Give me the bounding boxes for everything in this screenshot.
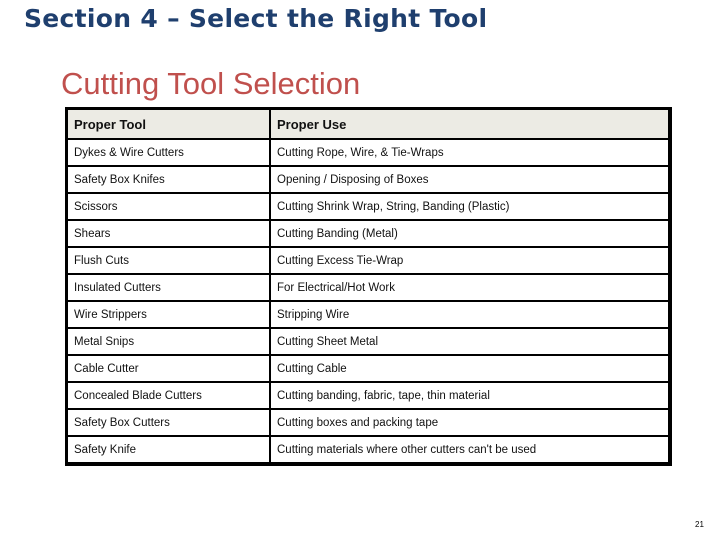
tool-name-cell: Flush Cuts [68, 246, 271, 275]
table-row: Safety Knife Cutting materials where othe… [68, 435, 668, 462]
tool-name-cell: Safety Box Cutters [68, 408, 271, 437]
table-row: Scissors Cutting Shrink Wrap, String, Ban… [68, 192, 668, 221]
table-header-row: Proper Tool Proper Use [68, 110, 668, 140]
table-row: Concealed Blade Cutters Cutting banding, … [68, 381, 668, 410]
tool-use-cell: Cutting materials where other cutters ca… [269, 435, 668, 462]
tool-use-cell: For Electrical/Hot Work [269, 273, 668, 302]
tool-use-cell: Opening / Disposing of Boxes [269, 165, 668, 194]
cutting-tool-table: Proper Tool Proper Use Dykes & Wire Cutt… [65, 107, 672, 466]
tool-use-cell: Cutting boxes and packing tape [269, 408, 668, 437]
tool-use-cell: Cutting Excess Tie-Wrap [269, 246, 668, 275]
tool-name-cell: Concealed Blade Cutters [68, 381, 271, 410]
tool-use-cell: Cutting Sheet Metal [269, 327, 668, 356]
table-row: Safety Box Cutters Cutting boxes and pack… [68, 408, 668, 437]
page-number: 21 [695, 520, 704, 529]
slide-title: Cutting Tool Selection [61, 66, 361, 101]
tool-table: Proper Tool Proper Use Dykes & Wire Cutt… [68, 110, 668, 462]
tool-name-cell: Metal Snips [68, 327, 271, 356]
tool-name-cell: Shears [68, 219, 271, 248]
tool-use-cell: Cutting Rope, Wire, & Tie-Wraps [269, 138, 668, 167]
table-row: Safety Box Knifes Opening / Disposing of … [68, 165, 668, 194]
tool-use-cell: Cutting banding, fabric, tape, thin mate… [269, 381, 668, 410]
table-row: Flush Cuts Cutting Excess Tie-Wrap [68, 246, 668, 275]
tool-name-cell: Dykes & Wire Cutters [68, 138, 271, 167]
header-proper-tool: Proper Tool [68, 110, 271, 140]
table-row: Wire Strippers Stripping Wire [68, 300, 668, 329]
tool-use-cell: Cutting Banding (Metal) [269, 219, 668, 248]
section-title: Section 4 – Select the Right Tool [24, 4, 488, 33]
table-row: Metal Snips Cutting Sheet Metal [68, 327, 668, 356]
table-row: Dykes & Wire Cutters Cutting Rope, Wire, … [68, 138, 668, 167]
tool-use-cell: Cutting Cable [269, 354, 668, 383]
tool-name-cell: Safety Box Knifes [68, 165, 271, 194]
tool-use-cell: Cutting Shrink Wrap, String, Banding (Pl… [269, 192, 668, 221]
tool-name-cell: Insulated Cutters [68, 273, 271, 302]
tool-name-cell: Scissors [68, 192, 271, 221]
table-row: Insulated Cutters For Electrical/Hot Work [68, 273, 668, 302]
tool-name-cell: Safety Knife [68, 435, 271, 462]
tool-name-cell: Wire Strippers [68, 300, 271, 329]
tool-use-cell: Stripping Wire [269, 300, 668, 329]
table-row: Shears Cutting Banding (Metal) [68, 219, 668, 248]
header-proper-use: Proper Use [269, 110, 668, 140]
table-row: Cable Cutter Cutting Cable [68, 354, 668, 383]
tool-name-cell: Cable Cutter [68, 354, 271, 383]
